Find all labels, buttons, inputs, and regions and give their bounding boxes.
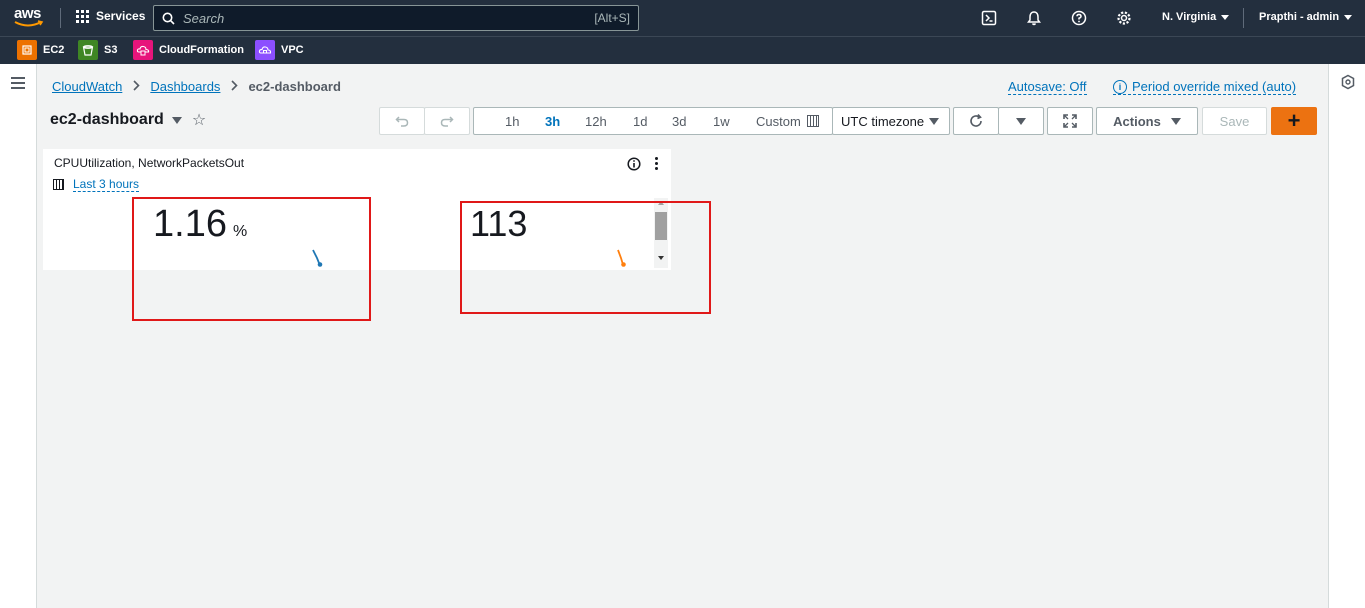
top-navigation: aws Services Search [Alt+S] N. Virginia …: [0, 0, 1365, 36]
favorite-label: CloudFormation: [159, 44, 244, 56]
calendar-icon: [53, 179, 64, 190]
caret-down-icon: [171, 116, 182, 124]
favorite-label: EC2: [43, 44, 65, 56]
services-menu-button[interactable]: Services: [76, 9, 145, 23]
caret-down-icon: [1221, 14, 1230, 20]
refresh-icon: [970, 113, 982, 127]
chevron-right-icon: [132, 79, 140, 94]
nav-divider: [60, 8, 61, 28]
right-tools-strip: [1328, 64, 1365, 608]
caret-down-icon: [1344, 14, 1353, 20]
info-icon: i: [1113, 79, 1127, 94]
caret-down-icon: [1170, 117, 1181, 125]
time-range-12h[interactable]: 12h: [585, 114, 607, 129]
time-range-1h[interactable]: 1h: [505, 114, 519, 129]
time-range-1w[interactable]: 1w: [713, 114, 730, 129]
time-range-1d[interactable]: 1d: [633, 114, 647, 129]
favorite-s3[interactable]: S3: [78, 40, 117, 60]
actions-label: Actions: [1113, 113, 1161, 129]
undo-button[interactable]: [379, 107, 425, 135]
chevron-right-icon: [230, 79, 239, 94]
widget-info-icon[interactable]: [627, 157, 641, 174]
calendar-icon: [806, 115, 819, 127]
highlight-box-network: [460, 201, 711, 314]
cloudformation-icon: [133, 40, 153, 60]
widget-title: CPUUtilization, NetworkPacketsOut: [54, 156, 245, 170]
fullscreen-button[interactable]: [1047, 107, 1093, 135]
breadcrumb-dashboards[interactable]: Dashboards: [150, 79, 220, 94]
search-shortcut: [Alt+S]: [594, 11, 630, 25]
help-icon[interactable]: [1070, 9, 1088, 27]
add-widget-button[interactable]: +: [1271, 107, 1317, 135]
region-selector[interactable]: N. Virginia: [1162, 11, 1230, 23]
search-input[interactable]: Search [Alt+S]: [153, 5, 639, 31]
nav-divider: [1243, 8, 1244, 28]
favorite-cloudformation[interactable]: CloudFormation: [133, 40, 244, 60]
caret-down-icon: [1016, 117, 1026, 125]
vpc-cloud-icon: [255, 40, 275, 60]
widget-range-label: Last 3 hours: [73, 177, 140, 192]
time-range-3h[interactable]: 3h: [545, 114, 560, 129]
refresh-button[interactable]: [953, 107, 999, 135]
ec2-icon: [17, 40, 37, 60]
expand-icon: [1063, 114, 1077, 128]
timezone-select[interactable]: UTC timezone: [832, 107, 950, 135]
dashboard-title: ec2-dashboard: [50, 111, 164, 128]
period-override-link[interactable]: i Period override mixed (auto): [1113, 79, 1297, 95]
time-range-3d[interactable]: 3d: [672, 114, 686, 129]
caret-down-icon: [929, 118, 939, 125]
cloudshell-icon[interactable]: [980, 9, 998, 27]
actions-dropdown[interactable]: Actions: [1096, 107, 1198, 135]
region-label: N. Virginia: [1162, 11, 1217, 23]
search-icon: [162, 12, 175, 25]
menu-hamburger-icon[interactable]: [11, 77, 25, 92]
time-range-selector: 1h 3h 12h 1d 3d 1w Custom: [473, 107, 833, 135]
breadcrumb-current: ec2-dashboard: [248, 79, 341, 94]
aws-logo[interactable]: aws: [14, 6, 46, 30]
highlight-box-cpu: [132, 197, 371, 321]
settings-gear-icon[interactable]: [1115, 9, 1133, 27]
user-menu[interactable]: Prapthi - admin: [1259, 11, 1353, 23]
s3-bucket-icon: [78, 40, 98, 60]
tools-panel-icon[interactable]: [1341, 74, 1355, 93]
grid-icon: [76, 9, 89, 23]
autosave-toggle[interactable]: Autosave: Off: [1008, 79, 1087, 95]
custom-label: Custom: [756, 114, 801, 129]
favorite-star-icon[interactable]: ☆: [192, 110, 206, 130]
breadcrumb-cloudwatch[interactable]: CloudWatch: [52, 79, 122, 94]
redo-button[interactable]: [424, 107, 470, 135]
period-override-label: Period override mixed (auto): [1132, 79, 1297, 94]
favorites-bar: EC2 S3 CloudFormation VPC: [0, 36, 1365, 64]
breadcrumb: CloudWatch Dashboards ec2-dashboard: [52, 79, 341, 94]
user-label: Prapthi - admin: [1259, 11, 1340, 23]
aws-logo-text: aws: [14, 5, 41, 22]
notifications-bell-icon[interactable]: [1025, 9, 1043, 27]
dashboard-title-selector[interactable]: ec2-dashboard ☆: [50, 110, 206, 130]
widget-time-range[interactable]: Last 3 hours: [53, 177, 140, 192]
favorite-label: S3: [104, 44, 118, 56]
search-placeholder: Search: [183, 10, 225, 26]
widget-options-kebab-icon[interactable]: [655, 157, 659, 172]
time-range-custom[interactable]: Custom: [756, 114, 819, 129]
favorite-label: VPC: [281, 44, 304, 56]
favorite-ec2[interactable]: EC2: [17, 40, 64, 60]
redo-icon: [440, 116, 454, 127]
undo-icon: [395, 116, 409, 127]
timezone-label: UTC timezone: [841, 113, 925, 129]
refresh-options-button[interactable]: [998, 107, 1044, 135]
favorite-vpc[interactable]: VPC: [255, 40, 304, 60]
left-navigation-strip: [0, 64, 37, 608]
services-label: Services: [96, 9, 146, 23]
save-button[interactable]: Save: [1202, 107, 1267, 135]
